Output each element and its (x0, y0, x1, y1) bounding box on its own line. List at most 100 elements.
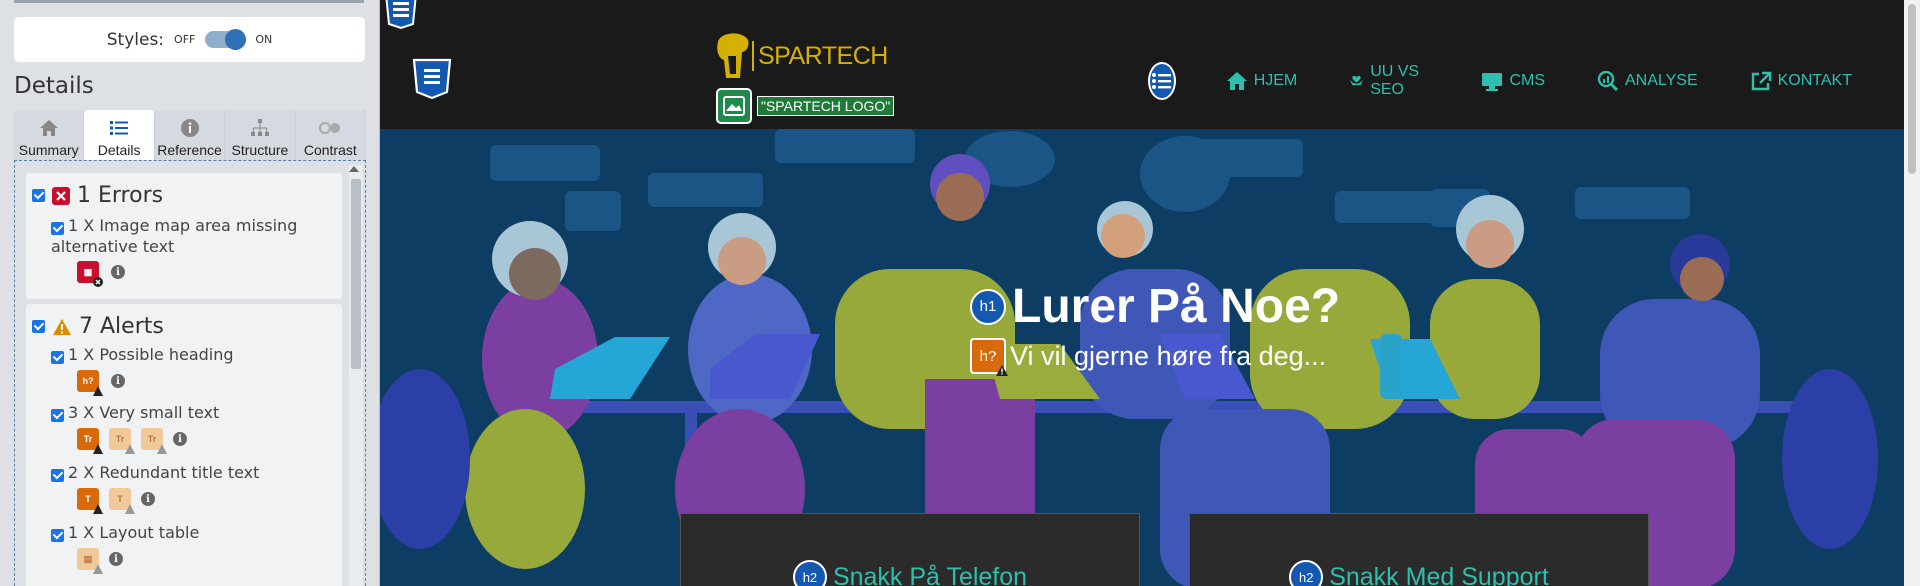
alert-item-checkbox[interactable] (51, 351, 64, 364)
css-badge-icon[interactable] (382, 0, 420, 30)
card-title: Snakk På Telefon (832, 562, 1028, 586)
info-icon[interactable]: i (111, 265, 125, 279)
spartan-helmet-icon (717, 33, 749, 78)
small-text-icon[interactable]: Tr (141, 428, 167, 454)
tab-label: Contrast (303, 142, 357, 158)
info-icon[interactable]: i (109, 552, 123, 566)
nav-analyse[interactable]: ANALYSE (1597, 71, 1698, 91)
possible-heading-icon[interactable]: h? (77, 370, 103, 396)
error-item-label: 1 X Image map area missing alternative t… (51, 216, 298, 256)
error-item-checkbox[interactable] (51, 222, 64, 235)
alert-item-checkbox[interactable] (51, 529, 64, 542)
contact-card-support: h2 Snakk Med Support (1189, 513, 1649, 586)
card-title-row: h2 Snakk Med Support (1190, 560, 1648, 586)
info-icon[interactable]: i (173, 432, 187, 446)
logo-text: SPARTECH (758, 41, 888, 70)
small-text-icon[interactable]: Tr (77, 428, 103, 454)
layout-table-icon[interactable]: ▤ (77, 548, 103, 574)
info-icon[interactable]: i (111, 374, 125, 388)
alerts-header: 7 Alerts (32, 314, 164, 339)
home-icon (1226, 72, 1247, 90)
nav-label: CMS (1509, 72, 1545, 89)
alert-icons-row: h? i (77, 370, 125, 396)
site-logo[interactable]: SPARTECH (712, 30, 888, 82)
scroll-up-arrow[interactable] (349, 166, 359, 172)
nav-cms[interactable]: CMS (1481, 71, 1545, 91)
h2-badge-icon[interactable]: h2 (792, 560, 827, 586)
nav-hjem[interactable]: HJEM (1226, 71, 1298, 91)
small-text-icon[interactable]: Tr (109, 428, 135, 454)
logo-divider (752, 41, 754, 71)
website-viewport: SPARTECH "SPARTECH LOGO" HJEM UU VS SEO (380, 0, 1904, 586)
redundant-title-icon[interactable]: T (77, 488, 103, 514)
nav-kontakt[interactable]: KONTAKT (1750, 71, 1852, 91)
info-icon[interactable]: i (141, 492, 155, 506)
redundant-title-icon[interactable]: T (109, 488, 135, 514)
alert-item: 3 X Very small text (51, 402, 331, 423)
sidebar-top-divider (14, 0, 364, 3)
alert-item-checkbox[interactable] (51, 469, 64, 482)
styles-label: Styles: (106, 29, 165, 50)
alert-item-label: 1 X Layout table (68, 523, 200, 542)
hero-subtitle-row: h? Vi vil gjerne høre fra deg... (970, 338, 1340, 376)
page-scrollbar[interactable] (1904, 0, 1920, 586)
css-badge-icon[interactable] (412, 58, 452, 100)
logo-alt-row: "SPARTECH LOGO" (716, 88, 895, 124)
errors-header: 1 Errors (32, 183, 163, 208)
alert-icons-row: ▤ i (77, 548, 123, 574)
alert-item: 1 X Possible heading (51, 344, 331, 365)
alerts-checkbox[interactable] (32, 320, 45, 333)
home-icon (39, 120, 58, 136)
styles-toggle-box: Styles: OFF ON (14, 17, 365, 62)
alt-text-label: "SPARTECH LOGO" (757, 96, 895, 116)
possible-heading-badge-icon[interactable]: h? (970, 338, 1008, 376)
alerts-title: 7 Alerts (79, 314, 164, 339)
alert-item-checkbox[interactable] (51, 409, 64, 422)
error-icons-row: ▦ i (77, 261, 125, 287)
nav-label: KONTAKT (1777, 72, 1852, 89)
hero-section: h1 Lurer På Noe? h? Vi vil gjerne høre f… (380, 129, 1904, 586)
wave-sidebar: Styles: OFF ON Details Summary Details R… (0, 0, 380, 586)
nav-label: ANALYSE (1625, 72, 1698, 89)
alert-icons-row: Tr Tr Tr i (77, 428, 187, 454)
nav-uu-vs-seo[interactable]: UU VS SEO (1349, 63, 1429, 99)
alert-item-label: 3 X Very small text (68, 403, 220, 422)
page-scroll-thumb[interactable] (1908, 4, 1916, 174)
nav-label: HJEM (1253, 72, 1298, 89)
error-item: 1 X Image map area missing alternative t… (51, 215, 331, 257)
desktop-icon (1482, 73, 1503, 91)
panel-scroll-thumb[interactable] (351, 179, 361, 369)
tab-reference[interactable]: Reference (154, 110, 226, 160)
hero-title-row: h1 Lurer På Noe? (970, 279, 1340, 334)
contact-card-phone: h2 Snakk På Telefon (680, 513, 1140, 586)
tab-summary[interactable]: Summary (14, 110, 85, 160)
tab-label: Details (97, 142, 141, 158)
h1-badge-icon[interactable]: h1 (970, 288, 1006, 325)
tab-contrast[interactable]: Contrast (295, 110, 367, 160)
alert-item: 2 X Redundant title text (51, 462, 331, 483)
external-link-icon (1751, 71, 1771, 91)
alerts-group: 7 Alerts 1 X Possible heading h? i 3 X V… (26, 304, 342, 586)
errors-group: 1 Errors 1 X Image map area missing alte… (26, 173, 342, 299)
errors-checkbox[interactable] (32, 189, 45, 202)
tab-structure[interactable]: Structure (225, 110, 296, 160)
sidebar-tabs: Summary Details Reference Structure Cont… (14, 110, 367, 160)
nav-label: UU VS SEO (1370, 63, 1420, 98)
search-chart-icon (1597, 71, 1619, 91)
error-x-icon (52, 186, 70, 205)
list-icon (110, 121, 129, 135)
nav-list-badge-icon[interactable] (1148, 62, 1176, 100)
main-nav: HJEM UU VS SEO CMS ANALYSE KONTAKT (1148, 62, 1904, 100)
tab-label: Reference (157, 142, 222, 158)
site-header: SPARTECH "SPARTECH LOGO" HJEM UU VS SEO (380, 0, 1904, 129)
tab-details[interactable]: Details (84, 110, 155, 160)
hero-subtitle: Vi vil gjerne høre fra deg... (1010, 340, 1327, 371)
h2-badge-icon[interactable]: h2 (1289, 560, 1324, 586)
image-map-error-icon[interactable]: ▦ (77, 261, 103, 287)
hero-heading-block: h1 Lurer På Noe? h? Vi vil gjerne høre f… (970, 279, 1340, 376)
sitemap-icon (250, 119, 269, 136)
alt-text-icon[interactable] (716, 88, 752, 124)
hands-heart-icon (1349, 75, 1364, 86)
alert-icons-row: T T i (77, 488, 155, 514)
styles-toggle[interactable] (205, 29, 247, 50)
